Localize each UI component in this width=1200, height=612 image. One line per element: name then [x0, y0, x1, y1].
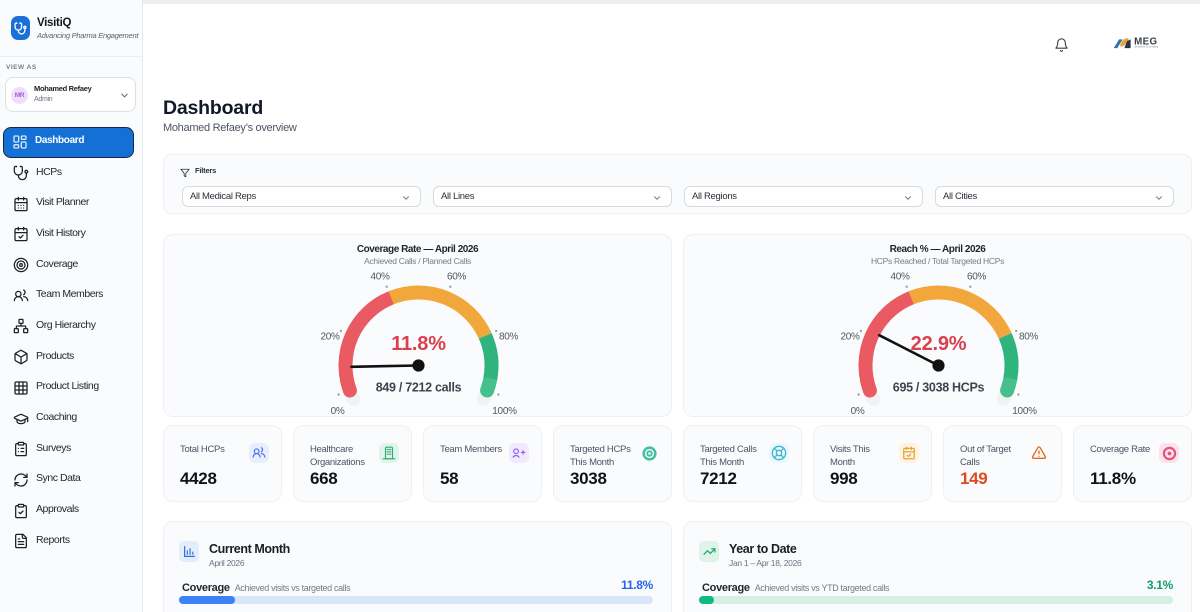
svg-text:11.8%: 11.8% — [391, 333, 446, 355]
svg-text:40%: 40% — [890, 272, 910, 283]
svg-text:60%: 60% — [447, 272, 467, 283]
svg-text:695 / 3038 HCPs: 695 / 3038 HCPs — [893, 381, 985, 395]
svg-text:40%: 40% — [370, 272, 390, 283]
svg-text:80%: 80% — [1019, 332, 1039, 343]
svg-text:100%: 100% — [492, 406, 517, 417]
svg-text:20%: 20% — [320, 332, 340, 343]
svg-text:80%: 80% — [499, 332, 519, 343]
svg-text:100%: 100% — [1012, 406, 1037, 417]
svg-text:60%: 60% — [967, 272, 987, 283]
svg-text:development & consulting: development & consulting — [1134, 44, 1159, 48]
svg-text:20%: 20% — [840, 332, 860, 343]
svg-text:849 / 7212 calls: 849 / 7212 calls — [376, 381, 462, 395]
svg-text:22.9%: 22.9% — [911, 333, 967, 355]
svg-text:0%: 0% — [331, 406, 345, 417]
svg-text:0%: 0% — [851, 406, 865, 417]
